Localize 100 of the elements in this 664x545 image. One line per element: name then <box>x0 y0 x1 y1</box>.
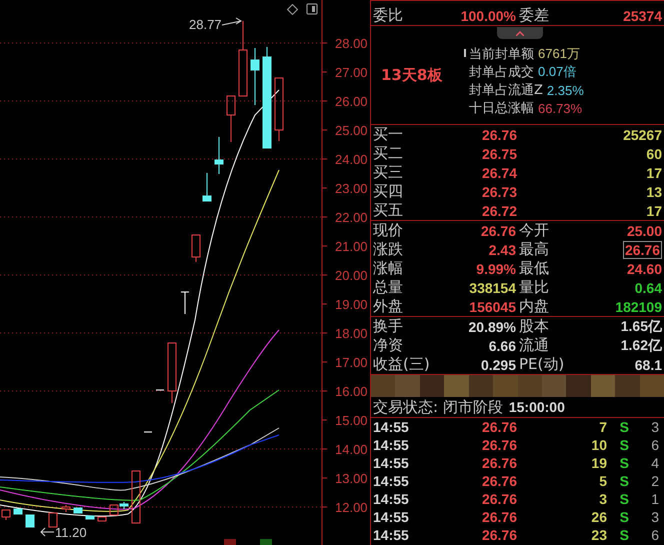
axis-label: 13.00 <box>335 471 368 486</box>
diamond-icon[interactable] <box>286 4 298 16</box>
tick-time: 14:55 <box>373 491 410 507</box>
marker-icon <box>260 539 272 545</box>
candlestick <box>2 510 10 520</box>
arrow-icon <box>222 18 242 26</box>
tick-time: 14:55 <box>373 527 410 543</box>
axis-label: 16.00 <box>335 384 368 399</box>
field-value: 338154 <box>469 280 516 296</box>
axis-label: 17.00 <box>335 355 368 370</box>
field-label: 委比 <box>373 6 403 25</box>
field-label: 总量 <box>373 278 403 297</box>
candlestick <box>274 78 284 142</box>
field-label: 当前封单额 <box>469 46 534 63</box>
bid-volume: 17 <box>645 164 662 180</box>
collapse-button[interactable] <box>497 27 543 39</box>
field-value: 24.60 <box>626 260 662 276</box>
tick-count: 1 <box>650 491 659 507</box>
field-label: 委差 <box>519 6 549 25</box>
bid-label: 买二 <box>373 144 404 163</box>
tick-count: 6 <box>650 527 659 543</box>
field-label: 今开 <box>519 221 549 240</box>
field-label: 流通 <box>519 336 549 355</box>
panel-icon[interactable] <box>306 4 318 14</box>
candlestick <box>48 512 58 528</box>
bid-label: 买四 <box>373 182 404 201</box>
axis-label: 15.00 <box>335 413 368 428</box>
tick-count: 2 <box>650 473 659 489</box>
field-value: 100.00% <box>460 8 516 24</box>
tick-volume: 7 <box>598 419 607 435</box>
tick-price: 26.76 <box>480 527 517 543</box>
high-price-label: 28.77 <box>189 17 222 32</box>
trade-status: 交易状态: 闭市阶段 <box>373 398 503 416</box>
tick-volume: 3 <box>598 491 607 507</box>
candlestick <box>14 508 22 514</box>
field-label: 封单占流通Z <box>469 82 543 99</box>
field-label: 收益(三) <box>373 355 430 374</box>
bid-price: 26.76 <box>480 126 517 142</box>
candlestick <box>226 96 236 142</box>
axis-label: 24.00 <box>335 152 368 167</box>
tick-time: 14:55 <box>373 473 410 489</box>
tick-side: S <box>618 473 629 489</box>
tick-volume: 23 <box>590 527 607 543</box>
tick-price: 26.76 <box>480 491 517 507</box>
tick-side: S <box>618 509 629 525</box>
field-label: 换手 <box>373 317 403 336</box>
axis-label: 22.00 <box>335 210 368 225</box>
bid-volume: 60 <box>645 146 662 162</box>
field-value: 20.89% <box>468 318 516 334</box>
field-value: 0.07倍 <box>538 63 576 81</box>
tick-side: S <box>618 437 629 453</box>
field-value: 9.99% <box>476 260 516 276</box>
tick-count: 3 <box>650 509 659 525</box>
axis-label: 26.00 <box>335 94 368 109</box>
candlestick <box>202 172 212 202</box>
field-label: 股本 <box>519 317 549 336</box>
tick-count: 3 <box>650 419 659 435</box>
candlestick <box>168 342 176 404</box>
arrow-icon <box>40 528 54 536</box>
field-value: 66.73% <box>538 100 582 116</box>
field-value: 1.62亿 <box>620 336 662 354</box>
bid-volume: 13 <box>645 184 662 200</box>
tick-side: S <box>618 491 629 507</box>
axis-label: 19.00 <box>335 297 368 312</box>
axis-label: 28.00 <box>335 36 368 51</box>
tick-volume: 19 <box>590 455 607 471</box>
field-label: 外盘 <box>373 297 403 316</box>
candlestick <box>132 470 140 524</box>
field-value: 25.00 <box>626 222 662 238</box>
candlestick <box>62 504 70 512</box>
bid-label: 买三 <box>373 163 404 182</box>
candlestick <box>214 136 224 174</box>
tick-price: 26.76 <box>480 437 517 453</box>
tick-side: S <box>618 419 629 435</box>
axis-label: 14.00 <box>335 442 368 457</box>
bid-volume: 25267 <box>622 126 662 142</box>
bid-label: 买一 <box>373 125 404 144</box>
field-value: 2.35% <box>546 82 584 98</box>
tick-count: 6 <box>650 437 659 453</box>
candlestick <box>180 292 190 314</box>
field-value: 26.76 <box>480 222 516 238</box>
tick-time: 14:55 <box>373 437 410 453</box>
tick-volume: 26 <box>590 509 607 525</box>
field-value: 6761万 <box>538 45 580 63</box>
field-label: 涨幅 <box>373 259 403 278</box>
field-value: 26.76 <box>622 240 662 258</box>
field-value: 68.1 <box>634 356 662 372</box>
field-value: 182109 <box>615 298 662 314</box>
field-label: 量比 <box>519 278 549 297</box>
tick-side: S <box>618 455 629 471</box>
tick-price: 26.76 <box>480 509 517 525</box>
marker-icon <box>224 539 236 545</box>
tick-volume: 10 <box>590 437 607 453</box>
field-label: 封单占成交 <box>469 64 534 81</box>
field-label: 十日总涨幅 <box>469 100 534 117</box>
axis-label: 12.00 <box>335 500 368 515</box>
limit-up-label: 13天8板 <box>381 66 444 84</box>
tick-volume: 5 <box>598 473 607 489</box>
tick-time: 14:55 <box>373 455 410 471</box>
field-value: 0.64 <box>634 280 662 296</box>
